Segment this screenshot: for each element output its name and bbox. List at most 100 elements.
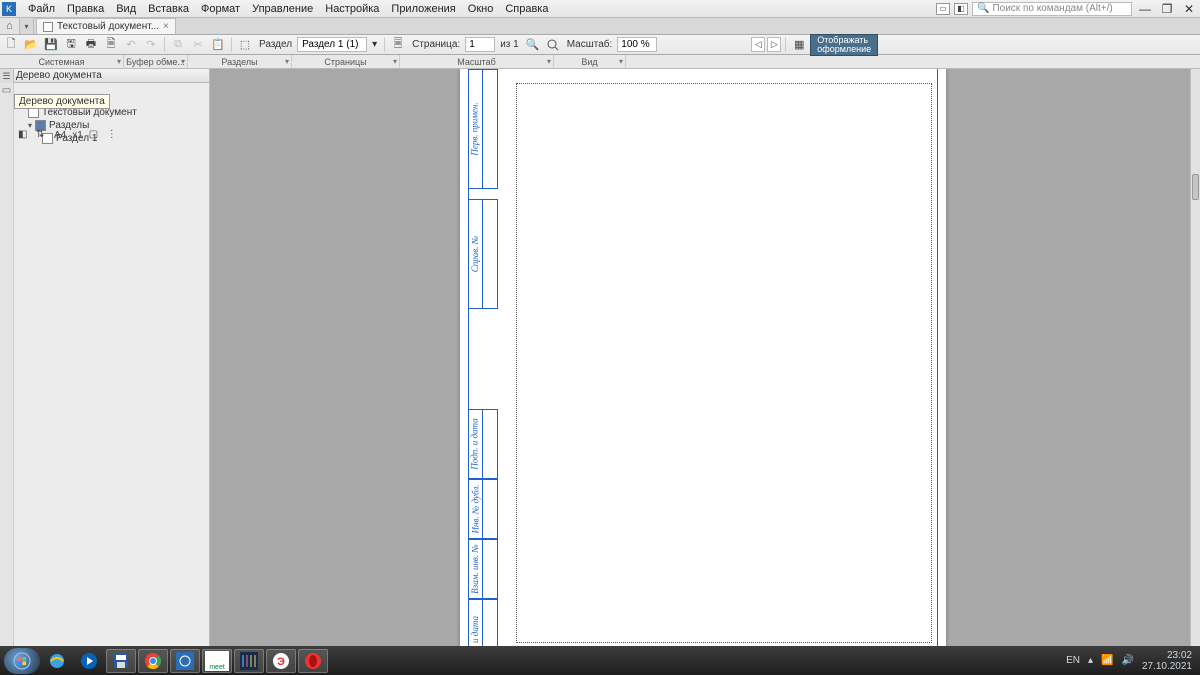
zoom-label: Масштаб: <box>564 39 616 50</box>
tray-clock[interactable]: 23:02 27.10.2021 <box>1142 650 1196 672</box>
task-app2[interactable]: Э <box>266 649 296 673</box>
tab-view-icon[interactable]: ▭ <box>1 85 13 97</box>
document-tree-panel: ☰ Дерево документа ▭ Дерево документа Те… <box>0 69 210 646</box>
menu-format[interactable]: Формат <box>195 3 246 15</box>
tool-icon-2[interactable]: ⇅ <box>36 129 48 141</box>
stamp2-text: Справ. № <box>470 236 480 272</box>
tray-volume-icon[interactable]: 🔊 <box>1121 655 1133 666</box>
vertical-scrollbar[interactable] <box>1190 69 1200 646</box>
doc-icon <box>43 22 53 32</box>
group-zoom: Масштаб▾ <box>400 55 554 68</box>
zoom-input[interactable] <box>617 37 657 52</box>
canvas[interactable]: Перв. примен. Справ. № Подп. и дата Инв.… <box>210 69 1190 646</box>
tray-lang[interactable]: EN <box>1066 655 1080 666</box>
stamp4-text: Инв. № дубл. <box>470 484 480 533</box>
system-tray: EN ▴ 📶 🔊 23:02 27.10.2021 <box>1066 650 1196 672</box>
preview-button[interactable]: 🗎 <box>102 36 120 53</box>
group-view: Вид▾ <box>554 55 626 68</box>
tab-close[interactable]: × <box>163 21 169 32</box>
panel-title: Дерево документа <box>0 69 209 83</box>
task-app1[interactable] <box>234 649 264 673</box>
command-search[interactable]: 🔍Поиск по командам (Alt+/) <box>972 2 1132 16</box>
group-sections: Разделы▾ <box>188 55 292 68</box>
redo-button[interactable]: ↷ <box>142 36 160 53</box>
task-opera[interactable] <box>298 649 328 673</box>
menu-edit[interactable]: Правка <box>61 3 110 15</box>
stamp-cell-1: Перв. примен. <box>468 69 498 189</box>
menu-insert[interactable]: Вставка <box>142 3 195 15</box>
task-chrome[interactable] <box>138 649 168 673</box>
toolbar: 🗋 📂 💾 🖫 🖶 🗎 ↶ ↷ ⧉ ✂ 📋 ⬚ Раздел Раздел 1 … <box>0 35 1200 55</box>
page-icon: 🗏 <box>389 36 407 53</box>
start-button[interactable] <box>4 648 40 674</box>
tray-network-icon[interactable]: 📶 <box>1101 655 1113 666</box>
menu-file[interactable]: Файл <box>22 3 61 15</box>
task-kompas[interactable] <box>170 649 200 673</box>
group-pages: Страницы▾ <box>292 55 400 68</box>
search-placeholder: Поиск по командам (Alt+/) <box>992 3 1112 14</box>
mode-btn-1[interactable]: ▭ <box>936 3 950 15</box>
menu-manage[interactable]: Управление <box>246 3 319 15</box>
stamp-cell-4: Инв. № дубл. <box>468 479 498 539</box>
new-button[interactable]: 🗋 <box>2 36 20 53</box>
app-logo: K <box>2 2 16 16</box>
minimize-button[interactable]: — <box>1136 2 1154 16</box>
meet-label: meet <box>205 651 229 671</box>
toolbar-groups: Системная▾ Буфер обме...▾ Разделы▾ Стран… <box>0 55 1200 69</box>
home-dropdown[interactable]: ▾ <box>20 18 34 34</box>
task-save[interactable] <box>106 649 136 673</box>
menu-view[interactable]: Вид <box>110 3 142 15</box>
zoom-out-button[interactable] <box>544 36 562 53</box>
tool-icon-1[interactable]: ◧ <box>18 129 30 141</box>
stamp-cell-2: Справ. № <box>468 199 498 309</box>
page: Перв. примен. Справ. № Подп. и дата Инв.… <box>460 69 946 646</box>
print-button[interactable]: 🖶 <box>82 36 100 53</box>
clock-date: 27.10.2021 <box>1142 661 1192 672</box>
stamp1-text: Перв. примен. <box>470 102 480 155</box>
section-select[interactable]: Раздел 1 (1) <box>297 37 367 52</box>
menu-window[interactable]: Окно <box>462 3 500 15</box>
mode-btn-2[interactable]: ◧ <box>954 3 968 15</box>
menu-help[interactable]: Справка <box>499 3 554 15</box>
saveas-button[interactable]: 🖫 <box>62 36 80 53</box>
show-formatting-button[interactable]: Отображать оформление <box>810 34 878 56</box>
cut-button[interactable]: ✂ <box>189 36 207 53</box>
zoom-fit-button[interactable]: 🔍 <box>524 36 542 53</box>
scroll-thumb[interactable] <box>1192 174 1199 200</box>
tab-document[interactable]: Текстовый документ... × <box>36 18 176 34</box>
menu-apps[interactable]: Приложения <box>385 3 461 15</box>
maximize-button[interactable]: ❐ <box>1158 2 1176 16</box>
task-ie[interactable] <box>42 649 72 673</box>
close-button[interactable]: ✕ <box>1180 2 1198 16</box>
prev-view-button[interactable]: ◁ <box>751 37 765 52</box>
menu-settings[interactable]: Настройка <box>319 3 385 15</box>
task-wmp[interactable] <box>74 649 104 673</box>
section-icon[interactable]: ⬚ <box>236 36 254 53</box>
paper-format: A4 <box>54 130 66 141</box>
tray-up-icon[interactable]: ▴ <box>1088 655 1093 666</box>
undo-button[interactable]: ↶ <box>122 36 140 53</box>
copy-button[interactable]: ⧉ <box>169 36 187 53</box>
stamp3-text: Подп. и дата <box>470 418 480 469</box>
task-meet[interactable]: meet <box>202 649 232 673</box>
grid-button[interactable]: ▦ <box>790 36 808 53</box>
page-input[interactable] <box>465 37 495 52</box>
page-label: Страница: <box>409 39 463 50</box>
save-button[interactable]: 💾 <box>42 36 60 53</box>
text-area[interactable] <box>516 83 932 643</box>
tree-icon[interactable]: ☰ <box>0 69 14 83</box>
section-label: Раздел <box>256 39 295 50</box>
home-button[interactable]: ⌂ <box>0 18 20 34</box>
windows-icon <box>13 652 31 670</box>
paste-button[interactable]: 📋 <box>209 36 227 53</box>
next-view-button[interactable]: ▷ <box>767 37 781 52</box>
tool-icon-3[interactable]: ▢ <box>89 129 101 141</box>
tab-title: Текстовый документ... <box>57 21 159 32</box>
tool-icon-4[interactable]: ⋮ <box>107 129 119 141</box>
separator <box>164 37 165 52</box>
active-tab-label[interactable]: Дерево документа <box>14 94 110 109</box>
section-dropdown-icon[interactable]: ▾ <box>369 39 380 50</box>
open-button[interactable]: 📂 <box>22 36 40 53</box>
document-tabs: ⌂ ▾ Текстовый документ... × <box>0 18 1200 35</box>
svg-text:Э: Э <box>277 656 285 668</box>
